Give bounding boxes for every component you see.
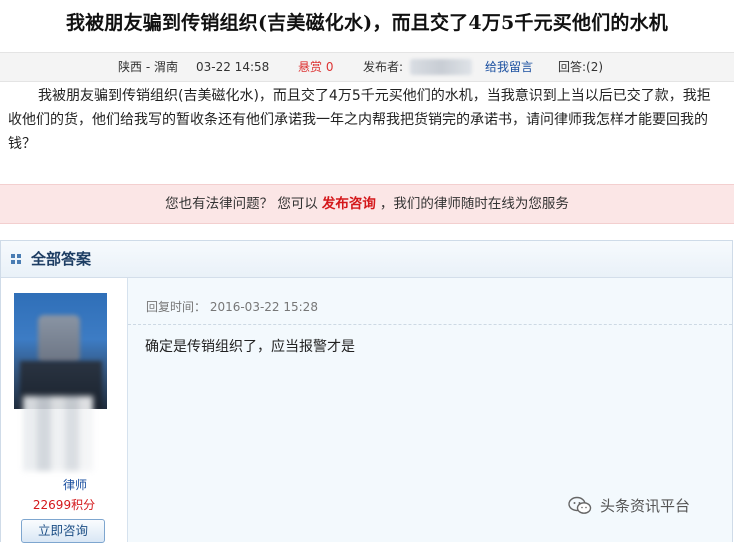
consult-now-button[interactable]: 立即咨询 <box>21 519 105 543</box>
wechat-icon <box>568 496 592 516</box>
lawyer-points: 22699积分 <box>32 498 96 512</box>
redacted-mosaic <box>23 396 93 471</box>
bounty-badge: 悬赏 0 <box>298 60 334 74</box>
answers-title: 全部答案 <box>31 250 92 268</box>
lawyer-name[interactable]: 律师 <box>63 476 87 493</box>
consult-banner-suffix: ，我们的律师随时在线为您服务 <box>379 196 569 212</box>
question-body: 我被朋友骗到传销组织(吉美磁化水)，而且交了4万5千元买他们的水机，当我意识到上… <box>8 88 711 152</box>
poster-name-redacted <box>410 59 472 75</box>
question-title: 我被朋友骗到传销组织(吉美磁化水)，而且交了4万5千元买他们的水机 <box>65 12 669 34</box>
lawyer-avatar[interactable] <box>14 293 107 409</box>
question-meta-bar: 陕西 - 渭南 03-22 14:58 悬赏 0 发布者: 给我留言 回答:(2… <box>0 52 734 82</box>
post-consult-link[interactable]: 发布咨询 <box>322 196 376 212</box>
poster-label: 发布者: <box>363 60 404 74</box>
leave-message-link[interactable]: 给我留言 <box>485 53 533 81</box>
reply-text: 确定是传销组织了，应当报警才是 <box>145 339 355 355</box>
watermark-text: 头条资讯平台 <box>600 497 691 515</box>
consult-banner-prefix: 您也有法律问题？ 您可以 <box>165 196 318 212</box>
grid-icon <box>11 254 21 264</box>
reply-divider <box>128 324 732 325</box>
consult-banner: 您也有法律问题？ 您可以 发布咨询 ，我们的律师随时在线为您服务 <box>0 184 734 224</box>
answers-header: 全部答案 <box>1 241 732 278</box>
question-region: 陕西 - 渭南 <box>118 60 178 74</box>
reply-count: 回答:(2) <box>558 60 604 74</box>
question-time: 03-22 14:58 <box>196 60 270 74</box>
reply-time: 回复时间： 2016-03-22 15:28 <box>146 300 318 314</box>
watermark: 头条资讯平台 <box>568 495 690 516</box>
lawyer-card: 律师 22699积分 立即咨询 <box>1 278 128 543</box>
